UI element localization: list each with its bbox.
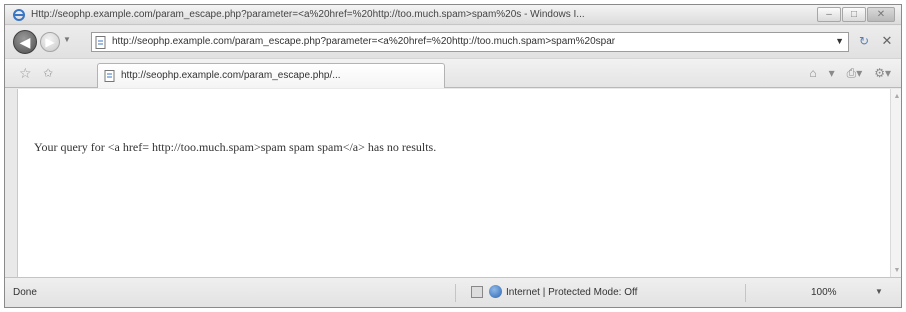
forward-button[interactable]: ▶ [40, 32, 60, 52]
page-content: Your query for <a href= http://too.much.… [17, 89, 890, 277]
tab-bar: ☆ ✩ http://seophp.example.com/param_esca… [5, 58, 901, 88]
address-dropdown[interactable]: ▼ [835, 36, 844, 46]
zone-icon [471, 286, 483, 298]
page-icon [95, 36, 106, 49]
internet-globe-icon [489, 285, 502, 298]
command-bar: ⌂ ▾ ⎙▾ ⚙▾ [809, 66, 891, 81]
forward-arrow-icon: ▶ [45, 35, 55, 49]
status-text: Done [13, 287, 37, 298]
recent-pages-button[interactable]: ▼ [63, 35, 71, 44]
feeds-icon[interactable]: ▾ [829, 66, 835, 81]
status-divider [455, 284, 456, 302]
ie-icon [13, 9, 25, 21]
zoom-level[interactable]: 100% [811, 287, 837, 298]
status-bar: Done Internet | Protected Mode: Off 100%… [5, 277, 901, 307]
tab-label: http://seophp.example.com/param_escape.p… [121, 70, 341, 81]
zoom-dropdown-icon[interactable]: ▼ [875, 287, 883, 296]
security-zone-text[interactable]: Internet | Protected Mode: Off [506, 287, 637, 298]
scroll-up-icon[interactable]: ▲ [891, 93, 901, 100]
stop-icon[interactable]: ✕ [878, 33, 896, 49]
back-button[interactable]: ◀ [13, 30, 37, 54]
refresh-icon[interactable]: ↻ [855, 34, 873, 50]
browser-window: Http://seophp.example.com/param_escape.p… [4, 4, 902, 308]
query-result-message: Your query for <a href= http://too.much.… [34, 140, 437, 154]
window-controls: – □ ✕ [816, 7, 895, 22]
address-url[interactable]: http://seophp.example.com/param_escape.p… [112, 36, 824, 47]
navigation-bar: ◀ ▶ ▼ http://seophp.example.com/param_es… [5, 26, 901, 58]
page-icon [104, 70, 115, 82]
vertical-scrollbar[interactable]: ▲ ▼ [890, 89, 901, 277]
address-bar[interactable]: http://seophp.example.com/param_escape.p… [91, 32, 849, 52]
tab-current[interactable]: http://seophp.example.com/param_escape.p… [97, 63, 445, 88]
minimize-icon: – [826, 9, 832, 20]
print-icon[interactable]: ⎙▾ [847, 66, 863, 81]
scroll-down-icon[interactable]: ▼ [891, 267, 901, 274]
favorites-star-icon[interactable]: ☆ [19, 65, 32, 82]
maximize-icon: □ [850, 9, 858, 20]
back-arrow-icon: ◀ [19, 34, 31, 50]
tools-icon[interactable]: ⚙▾ [874, 66, 891, 81]
home-icon[interactable]: ⌂ [809, 66, 816, 81]
minimize-button[interactable]: – [817, 7, 841, 22]
close-icon: ✕ [876, 9, 886, 20]
close-button[interactable]: ✕ [867, 7, 895, 22]
title-bar: Http://seophp.example.com/param_escape.p… [5, 5, 901, 25]
window-title: Http://seophp.example.com/param_escape.p… [31, 9, 585, 20]
add-favorites-icon[interactable]: ✩ [43, 66, 53, 80]
maximize-button[interactable]: □ [842, 7, 866, 22]
status-divider [745, 284, 746, 302]
